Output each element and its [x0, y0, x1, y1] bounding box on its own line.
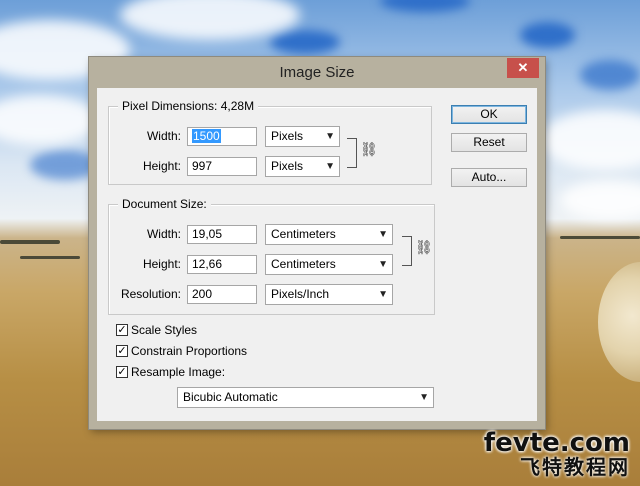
- document-size-legend: Document Size:: [118, 197, 211, 211]
- pixel-height-unit: Pixels: [271, 159, 304, 173]
- resample-method-value: Bicubic Automatic: [183, 390, 278, 404]
- pixel-dimensions-group: Pixel Dimensions: 4,28M Width: 1500 Pixe…: [108, 99, 432, 185]
- pixel-width-value: 1500: [192, 129, 221, 143]
- hay-bale: [598, 262, 640, 382]
- chevron-down-icon: ▼: [378, 259, 388, 270]
- doc-width-value: 19,05: [192, 227, 223, 241]
- doc-height-unit-select[interactable]: Centimeters ▼: [265, 254, 393, 275]
- chevron-down-icon: ▼: [378, 289, 388, 300]
- resample-method-select[interactable]: Bicubic Automatic ▼: [177, 387, 434, 408]
- checkbox-checked-icon[interactable]: ✓: [116, 324, 128, 336]
- chain-link-icon: ⛓: [415, 240, 433, 256]
- pixel-height-label: Height:: [109, 159, 181, 173]
- chain-link-icon: ⛓: [360, 142, 378, 158]
- doc-width-unit: Centimeters: [271, 227, 336, 241]
- document-size-group: Document Size: Width: 19,05 Centimeters …: [108, 197, 435, 315]
- chevron-down-icon: ▼: [378, 229, 388, 240]
- reset-button[interactable]: Reset: [451, 133, 527, 152]
- image-size-dialog: Image Size ✕ Pixel Dimensions: 4,28M Wid…: [89, 57, 545, 429]
- pixel-width-unit-select[interactable]: Pixels ▼: [265, 126, 340, 147]
- doc-height-unit: Centimeters: [271, 257, 336, 271]
- site-watermark: fevte.com 飞特教程网: [484, 430, 630, 478]
- pixel-width-label: Width:: [109, 129, 181, 143]
- watermark-line2: 飞特教程网: [520, 455, 630, 479]
- checkbox-checked-icon[interactable]: ✓: [116, 345, 128, 357]
- doc-height-input[interactable]: 12,66: [187, 255, 257, 274]
- title-bar[interactable]: Image Size ✕: [89, 57, 545, 88]
- pixel-height-input[interactable]: 997: [187, 157, 257, 176]
- doc-width-input[interactable]: 19,05: [187, 225, 257, 244]
- constrain-bracket: [347, 138, 357, 168]
- doc-height-label-text: Height:: [142, 257, 181, 271]
- doc-width-label: Width:: [109, 227, 181, 241]
- pixel-dimensions-label: Pixel Dimensions:: [122, 99, 218, 113]
- resolution-input[interactable]: 200: [187, 285, 257, 304]
- resolution-label: Resolution:: [109, 287, 181, 301]
- doc-height-value: 12,66: [192, 257, 223, 271]
- doc-width-label-text: Width:: [146, 227, 181, 241]
- pixel-dimensions-legend: Pixel Dimensions: 4,28M: [118, 99, 259, 113]
- constrain-bracket: [402, 236, 412, 266]
- resolution-value: 200: [192, 287, 213, 301]
- constrain-proportions-label: Constrain Proportions: [131, 344, 248, 358]
- checkbox-checked-icon[interactable]: ✓: [116, 366, 128, 378]
- ok-button[interactable]: OK: [451, 105, 527, 124]
- close-icon: ✕: [517, 60, 529, 75]
- pixel-width-input[interactable]: 1500: [187, 127, 257, 146]
- resample-image-label: Resample Image:: [131, 365, 226, 379]
- chevron-down-icon: ▼: [419, 392, 429, 403]
- pixel-height-value: 997: [192, 159, 213, 173]
- close-button[interactable]: ✕: [507, 58, 539, 78]
- resolution-unit-select[interactable]: Pixels/Inch ▼: [265, 284, 393, 305]
- dialog-title: Image Size: [279, 64, 355, 81]
- dialog-body: Pixel Dimensions: 4,28M Width: 1500 Pixe…: [97, 88, 537, 421]
- auto-button[interactable]: Auto...: [451, 168, 527, 187]
- doc-width-unit-select[interactable]: Centimeters ▼: [265, 224, 393, 245]
- resolution-label-text: Resolution:: [120, 287, 181, 301]
- pixel-height-label-text: Height:: [142, 159, 181, 173]
- watermark-line1: fevte.com: [483, 428, 630, 458]
- pixel-width-unit: Pixels: [271, 129, 304, 143]
- scale-styles-label: Scale Styles: [131, 323, 198, 337]
- chevron-down-icon: ▼: [325, 161, 335, 172]
- chevron-down-icon: ▼: [325, 131, 335, 142]
- resolution-unit: Pixels/Inch: [271, 287, 330, 301]
- pixel-dimensions-size: 4,28M: [220, 99, 255, 113]
- pixel-height-unit-select[interactable]: Pixels ▼: [265, 156, 340, 177]
- pixel-width-label-text: Width:: [146, 129, 181, 143]
- doc-height-label: Height:: [109, 257, 181, 271]
